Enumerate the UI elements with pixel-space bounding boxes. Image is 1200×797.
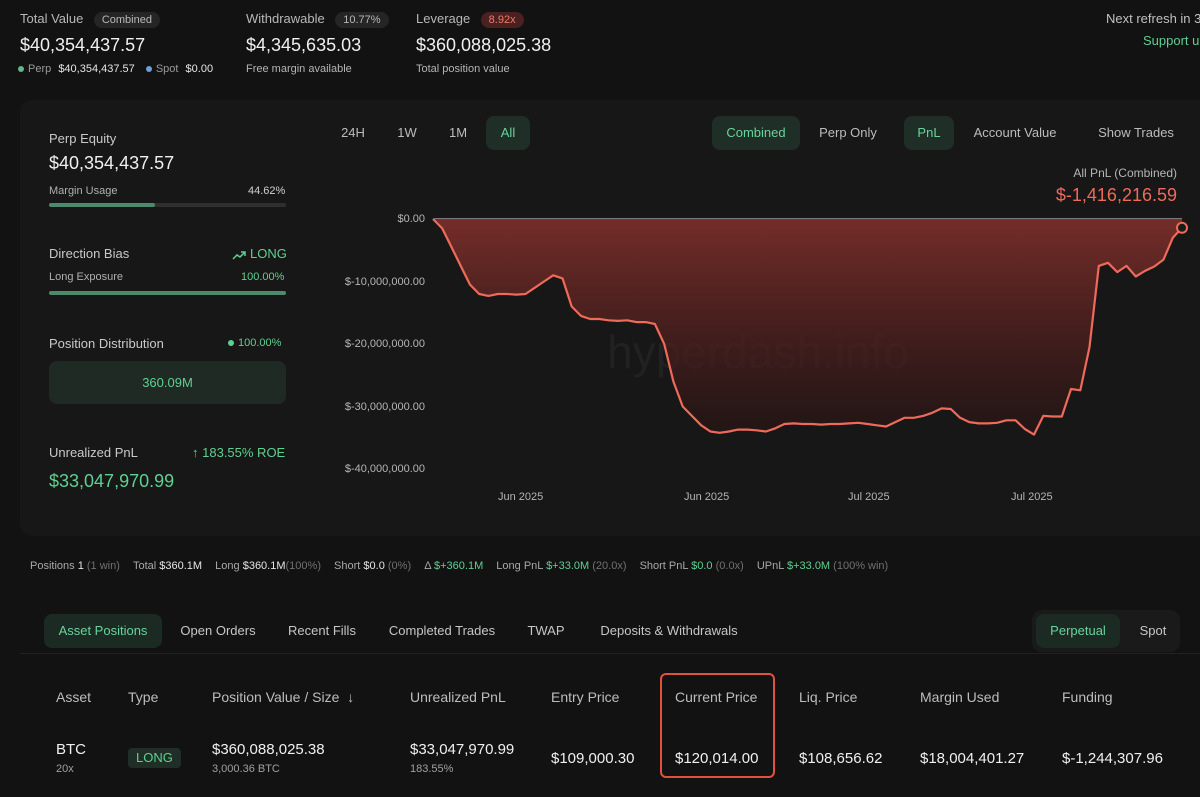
col-funding[interactable]: Funding — [1062, 689, 1113, 705]
long-label: Long — [215, 560, 240, 572]
cell-current-price: $120,014.00 — [675, 750, 759, 767]
cell-entry-price: $109,000.30 — [551, 750, 635, 767]
short-value: $0.0 — [363, 560, 385, 572]
tab-twap[interactable]: TWAP — [518, 614, 574, 648]
cell-position-size: 3,000.36 BTC — [212, 763, 280, 775]
cell-asset[interactable]: BTC — [56, 741, 86, 758]
col-unrealized-pnl[interactable]: Unrealized PnL — [410, 689, 506, 705]
positions-summary-strip: Positions 1 (1 win) Total $360.1M Long $… — [20, 560, 888, 572]
short-pnl-lev: (0.0x) — [715, 560, 744, 572]
short-pnl-label: Short PnL — [639, 560, 689, 572]
long-pnl-lev: (20.0x) — [592, 560, 627, 572]
delta-value: $+360.1M — [434, 560, 484, 572]
col-margin-used[interactable]: Margin Used — [920, 689, 999, 705]
long-value: $360.1M — [242, 560, 286, 572]
spot-toggle[interactable]: Spot — [1126, 614, 1180, 648]
upnl-label: UPnL — [756, 560, 784, 572]
pnl-area — [433, 219, 1182, 435]
cell-margin-used: $18,004,401.27 — [920, 750, 1025, 767]
sort-down-icon[interactable]: ↓ — [347, 689, 354, 705]
cell-liq-price: $108,656.62 — [799, 750, 883, 767]
pnl-end-point[interactable] — [1176, 221, 1188, 234]
perpetual-toggle[interactable]: Perpetual — [1036, 614, 1120, 648]
tab-recent-fills[interactable]: Recent Fills — [280, 614, 364, 648]
cell-funding: $-1,244,307.96 — [1062, 750, 1163, 767]
positions-win: (1 win) — [86, 560, 120, 572]
upnl-win: (100% win) — [833, 560, 889, 572]
cell-unrealized-pnl: $33,047,970.99 — [410, 741, 515, 758]
tab-asset-positions[interactable]: Asset Positions — [44, 614, 162, 648]
col-asset[interactable]: Asset — [56, 689, 91, 705]
cell-position-value: $360,088,025.38 — [212, 741, 325, 758]
cell-unrealized-pnl-pct: 183.55% — [410, 763, 454, 775]
delta-label: Δ — [424, 560, 431, 572]
cell-leverage: 20x — [56, 763, 74, 775]
col-position-value[interactable]: Position Value / Size ↓ — [212, 689, 354, 705]
col-liq-price[interactable]: Liq. Price — [799, 689, 857, 705]
tab-completed-trades[interactable]: Completed Trades — [380, 614, 504, 648]
upnl-value: $+33.0M — [786, 560, 831, 572]
tab-deposits-withdrawals[interactable]: Deposits & Withdrawals — [590, 614, 748, 648]
long-pnl-label: Long PnL — [496, 560, 543, 572]
positions-count: 1 — [77, 560, 84, 572]
total-value-strip: $360.1M — [159, 560, 203, 572]
col-entry-price[interactable]: Entry Price — [551, 689, 619, 705]
col-type[interactable]: Type — [128, 689, 158, 705]
positions-label: Positions — [30, 560, 75, 572]
long-pct: (100%) — [285, 560, 321, 572]
total-label: Total — [132, 560, 157, 572]
tab-open-orders[interactable]: Open Orders — [170, 614, 266, 648]
long-pnl-value: $+33.0M — [546, 560, 590, 572]
short-pnl-value: $0.0 — [691, 560, 713, 572]
pnl-chart[interactable]: hyperdash.info — [0, 0, 1200, 797]
short-pct: (0%) — [387, 560, 412, 572]
short-label: Short — [334, 560, 361, 572]
type-badge: LONG — [128, 748, 181, 768]
col-position-value-label: Position Value / Size — [212, 689, 340, 705]
